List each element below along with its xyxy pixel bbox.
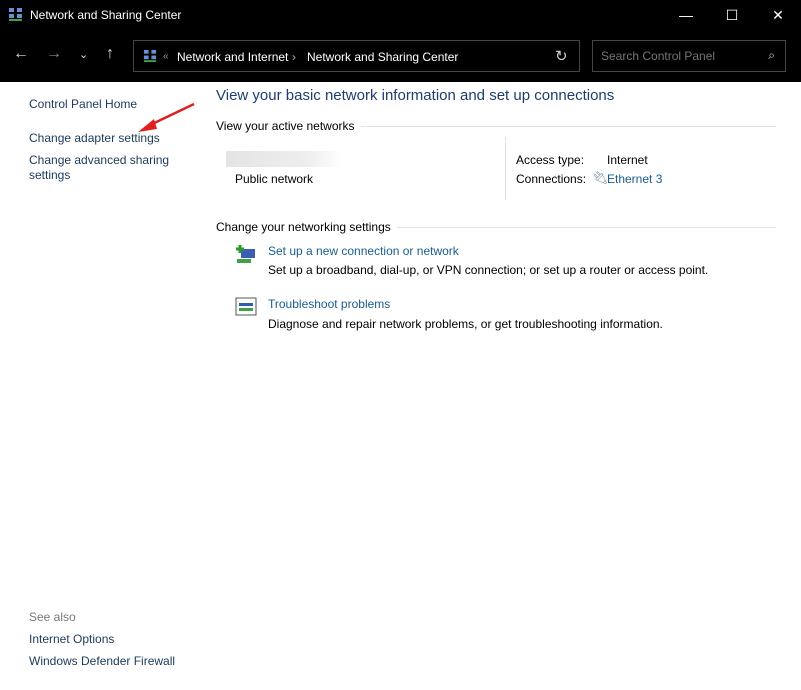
section-label: Change your networking settings — [216, 220, 391, 234]
access-type-label: Access type: — [516, 153, 585, 167]
network-icon — [9, 8, 22, 21]
title-bar: Network and Sharing Center — ☐ ✕ — [0, 0, 801, 30]
window-title: Network and Sharing Center — [30, 8, 182, 22]
access-type-value: Internet — [607, 153, 648, 167]
internet-options-link[interactable]: Internet Options — [29, 632, 189, 647]
forward-button[interactable]: → — [46, 45, 62, 63]
troubleshoot-description: Diagnose and repair network problems, or… — [268, 317, 663, 331]
minimize-button[interactable]: — — [663, 0, 709, 30]
refresh-icon[interactable]: ↻ — [555, 47, 568, 65]
network-category: Public network — [235, 172, 314, 186]
breadcrumb-overflow[interactable]: « — [163, 51, 169, 62]
divider — [505, 137, 506, 200]
network-name-redacted — [226, 151, 342, 167]
troubleshoot-link[interactable]: Troubleshoot problems — [268, 297, 390, 311]
setup-connection-description: Set up a broadband, dial-up, or VPN conn… — [268, 263, 709, 277]
up-button[interactable]: ↑ — [106, 45, 114, 63]
see-also-label: See also — [29, 610, 76, 624]
firewall-link[interactable]: Windows Defender Firewall — [29, 654, 189, 669]
search-icon[interactable]: ⌕ — [768, 48, 775, 63]
page-title: View your basic network information and … — [216, 87, 615, 104]
chevron-right-icon: › — [292, 50, 296, 64]
breadcrumb-network-and-internet[interactable]: Network and Internet — [177, 50, 288, 64]
back-button[interactable]: ← — [13, 45, 29, 63]
change-advanced-sharing-link[interactable]: Change advanced sharing settings — [29, 153, 189, 183]
ethernet-connection-link[interactable]: Ethernet 3 — [607, 172, 662, 186]
active-networks-header: View your active networks — [216, 119, 776, 133]
annotation-arrow — [138, 102, 195, 132]
recent-locations-button[interactable]: ⌄ — [79, 48, 88, 61]
breadcrumb-network-sharing-center[interactable]: Network and Sharing Center — [307, 50, 458, 64]
setup-connection-link[interactable]: Set up a new connection or network — [268, 244, 459, 258]
search-input[interactable] — [601, 49, 761, 63]
maximize-button[interactable]: ☐ — [709, 0, 755, 30]
change-settings-header: Change your networking settings — [216, 220, 776, 234]
new-connection-icon — [236, 245, 255, 263]
close-button[interactable]: ✕ — [755, 0, 801, 30]
address-bar[interactable]: « Network and Internet › Network and Sha… — [133, 40, 580, 72]
search-box[interactable]: ⌕ — [592, 40, 786, 72]
section-label: View your active networks — [216, 119, 355, 133]
network-icon — [143, 49, 157, 63]
troubleshoot-icon — [235, 297, 257, 316]
connections-label: Connections: — [516, 172, 587, 186]
